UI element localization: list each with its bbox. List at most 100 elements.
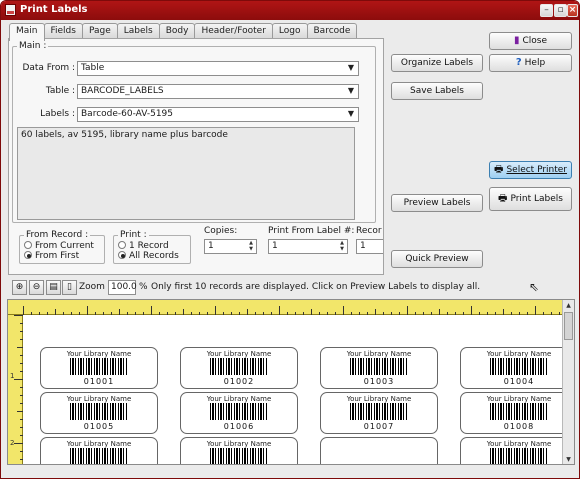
records-stepper[interactable]: 1 <box>356 239 383 254</box>
status-bar <box>1 467 579 478</box>
label-card: Your Library Name 01005 <box>40 392 158 434</box>
restore-button[interactable]: ▫ <box>554 4 567 17</box>
copies-label: Copies: <box>204 226 238 236</box>
scroll-up-icon[interactable]: ▲ <box>564 301 573 311</box>
radio-icon <box>24 241 32 249</box>
table-label: Table : <box>45 86 75 96</box>
label-preview-area[interactable]: 1 2 Your Library Name 01001 Your Library N… <box>7 299 575 465</box>
vertical-ruler: 1 2 <box>8 315 23 464</box>
zoom-in-icon[interactable]: ⊕ <box>12 280 27 295</box>
scroll-down-icon[interactable]: ▼ <box>564 455 573 464</box>
quick-preview-button[interactable]: Quick Preview <box>391 250 483 268</box>
radio-one-record[interactable]: 1 Record <box>118 241 169 251</box>
barcode-graphic <box>70 403 128 420</box>
label-description-box[interactable]: 60 labels, av 5195, library name plus ba… <box>17 127 355 220</box>
horizontal-ruler <box>8 300 574 315</box>
select-printer-button[interactable]: 🖶 Select Printer <box>489 161 572 179</box>
radio-from-first[interactable]: From First <box>24 251 79 261</box>
copies-stepper[interactable]: 1 ▲ ▼ <box>204 239 257 254</box>
records-value: 1 <box>360 241 366 251</box>
data-from-select[interactable]: Table ▼ <box>77 61 359 76</box>
barcode-graphic <box>490 403 548 420</box>
horizontal-ruler-ticks <box>23 306 568 315</box>
close-window-button[interactable]: × <box>567 4 578 17</box>
print-from-label-value: 1 <box>272 241 278 251</box>
zoom-unit: % <box>139 282 148 292</box>
preview-scrollbar[interactable]: ▲ ▼ <box>562 300 574 464</box>
ruler-mark-2: 2 <box>10 439 15 447</box>
label-library-name: Your Library Name <box>206 395 272 403</box>
tab-logo[interactable]: Logo <box>271 23 308 39</box>
from-record-label: From Record : <box>24 230 91 240</box>
close-button[interactable]: ▮ Close <box>489 32 572 50</box>
label-library-name: Your Library Name <box>346 395 412 403</box>
label-library-name: Your Library Name <box>486 350 552 358</box>
label-description: 60 labels, av 5195, library name plus ba… <box>21 130 228 140</box>
printer-icon: 🖶 <box>493 164 504 175</box>
label-card: Your Library Name <box>40 437 158 464</box>
barcode-graphic <box>70 358 128 375</box>
label-card: Your Library Name 01001 <box>40 347 158 389</box>
zoom-input[interactable]: 100.0 <box>108 280 137 295</box>
print-from-label-label: Print From Label #: <box>268 226 355 236</box>
print-labels-button[interactable]: 🖶 Print Labels <box>489 187 572 211</box>
table-value: BARCODE_LABELS <box>81 86 164 96</box>
main-group-label: Main : <box>17 41 49 51</box>
table-select[interactable]: BARCODE_LABELS ▼ <box>77 84 359 99</box>
fit-width-icon[interactable]: ▤ <box>46 280 61 295</box>
label-library-name: Your Library Name <box>66 440 132 448</box>
preview-toolbar: ⊕ ⊖ ▤ ▯ Zoom 100.0 % Only first 10 recor… <box>8 280 574 296</box>
label-library-name: Your Library Name <box>66 395 132 403</box>
zoom-label: Zoom <box>79 282 105 292</box>
printer-app-icon <box>5 4 16 16</box>
save-labels-button[interactable]: Save Labels <box>391 82 483 100</box>
spin-arrows-icon[interactable]: ▲ ▼ <box>338 240 346 252</box>
label-library-name: Your Library Name <box>66 350 132 358</box>
label-card: Your Library Name <box>460 437 574 464</box>
barcode-graphic <box>490 448 548 464</box>
label-card <box>320 437 438 464</box>
label-library-name: Your Library Name <box>486 440 552 448</box>
barcode-graphic <box>490 358 548 375</box>
label-barcode-number: 01003 <box>363 377 395 386</box>
printer-icon: 🖶 <box>498 193 508 204</box>
fit-page-icon[interactable]: ▯ <box>62 280 77 295</box>
main-group: Main : Data From : Table ▼ Table : BARCO… <box>12 41 376 223</box>
barcode-graphic <box>350 358 408 375</box>
preview-labels-button[interactable]: Preview Labels <box>391 194 483 212</box>
preview-message: Only first 10 records are displayed. Cli… <box>151 282 481 292</box>
organize-labels-button[interactable]: Organize Labels <box>391 54 483 72</box>
print-labels-window: Print Labels – ▫ × Main Fields Page Labe… <box>0 0 580 479</box>
tab-barcode[interactable]: Barcode <box>306 23 358 39</box>
label-library-name: Your Library Name <box>346 350 412 358</box>
radio-all-records[interactable]: All Records <box>118 251 179 261</box>
chevron-down-icon: ▼ <box>347 86 354 95</box>
minimize-button[interactable]: – <box>540 4 553 17</box>
barcode-graphic <box>210 403 268 420</box>
zoom-out-icon[interactable]: ⊖ <box>29 280 44 295</box>
help-button[interactable]: ? Help <box>489 54 572 72</box>
tab-fields[interactable]: Fields <box>43 23 83 39</box>
print-from-label-stepper[interactable]: 1 ▲ ▼ <box>268 239 348 254</box>
tab-main[interactable]: Main <box>9 23 45 41</box>
labels-label: Labels : <box>40 109 75 119</box>
main-tab-panel: Main : Data From : Table ▼ Table : BARCO… <box>8 38 384 275</box>
copies-value: 1 <box>208 241 214 251</box>
tab-labels[interactable]: Labels <box>116 23 160 39</box>
print-scope-label: Print : <box>118 230 149 240</box>
labels-select[interactable]: Barcode-60-AV-5195 ▼ <box>77 107 359 122</box>
scroll-thumb[interactable] <box>564 312 573 340</box>
title-bar[interactable]: Print Labels – ▫ × <box>1 1 579 20</box>
label-card: Your Library Name 01007 <box>320 392 438 434</box>
ruler-mark-1: 1 <box>10 372 15 380</box>
label-barcode-number: 01004 <box>503 377 535 386</box>
data-from-label: Data From : <box>22 63 75 73</box>
radio-from-current[interactable]: From Current <box>24 241 94 251</box>
spin-arrows-icon[interactable]: ▲ ▼ <box>247 240 255 252</box>
window-title: Print Labels <box>20 4 88 15</box>
tab-page[interactable]: Page <box>81 23 118 39</box>
tab-body[interactable]: Body <box>158 23 196 39</box>
label-barcode-number: 01006 <box>223 422 255 431</box>
tab-header-footer[interactable]: Header/Footer <box>194 23 273 39</box>
label-card: Your Library Name 01006 <box>180 392 298 434</box>
